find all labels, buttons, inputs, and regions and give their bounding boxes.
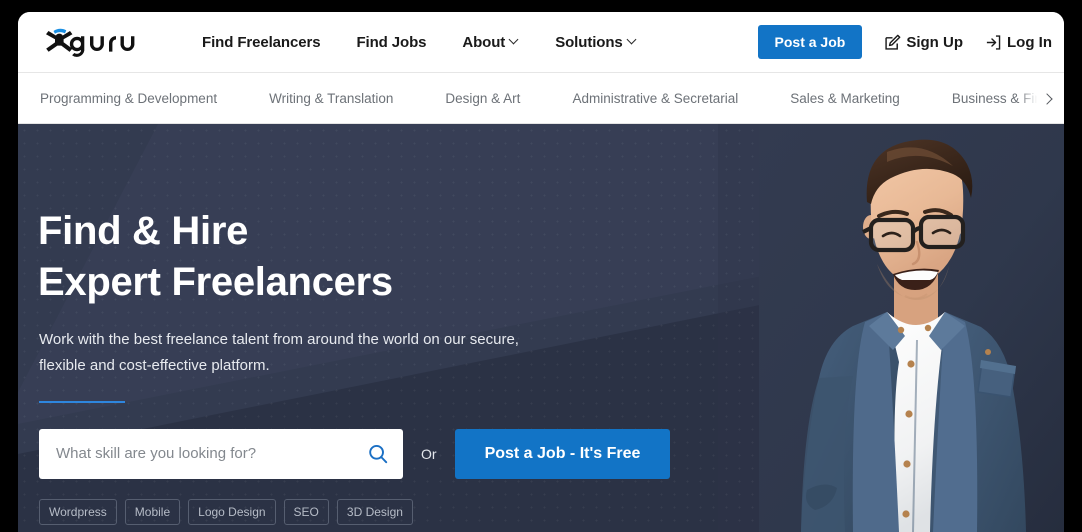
category-scroll-next-button[interactable] bbox=[1018, 73, 1064, 123]
chevron-down-icon bbox=[510, 36, 519, 45]
guru-stickman-logo bbox=[46, 28, 135, 57]
category-item-administrative-secretarial[interactable]: Administrative & Secretarial bbox=[572, 91, 738, 106]
chip-3d-design[interactable]: 3D Design bbox=[336, 498, 413, 525]
hero-title: Find & Hire Expert Freelancers bbox=[38, 124, 698, 308]
magnifier-icon[interactable] bbox=[367, 443, 389, 465]
chip-wordpress[interactable]: Wordpress bbox=[39, 498, 117, 525]
primary-navigation: Find Freelancers Find Jobs About Solutio… bbox=[202, 34, 637, 51]
chip-mobile[interactable]: Mobile bbox=[124, 498, 181, 525]
post-a-job-button[interactable]: Post a Job bbox=[757, 25, 863, 59]
hero-search-row: Or Post a Job - It's Free bbox=[39, 428, 698, 479]
header-actions: Post a Job Sign Up Log In bbox=[757, 12, 1052, 72]
chevron-right-icon bbox=[1043, 94, 1052, 103]
nav-label: Solutions bbox=[555, 33, 623, 51]
login-arrow-icon bbox=[986, 34, 1001, 50]
nav-item-about[interactable]: About bbox=[462, 34, 519, 51]
hero-freelancer-photo bbox=[759, 124, 1064, 532]
guru-logo[interactable] bbox=[40, 26, 162, 58]
category-item-writing-translation[interactable]: Writing & Translation bbox=[269, 91, 393, 106]
suggested-skill-chips: Wordpress Mobile Logo Design SEO 3D Desi… bbox=[39, 498, 698, 525]
category-track: Programming & Development Writing & Tran… bbox=[18, 91, 1064, 106]
nav-label: Find Freelancers bbox=[202, 33, 321, 51]
nav-item-find-freelancers[interactable]: Find Freelancers bbox=[202, 33, 321, 51]
nav-label: Find Jobs bbox=[356, 33, 427, 51]
chip-logo-design[interactable]: Logo Design bbox=[188, 498, 276, 525]
category-item-sales-marketing[interactable]: Sales & Marketing bbox=[790, 91, 900, 106]
hero-title-line-2: Expert Freelancers bbox=[38, 260, 393, 305]
nav-item-solutions[interactable]: Solutions bbox=[555, 34, 636, 51]
log-in-link[interactable]: Log In bbox=[985, 34, 1052, 51]
category-nav-bar: Programming & Development Writing & Tran… bbox=[18, 72, 1064, 124]
chevron-down-icon bbox=[628, 36, 637, 45]
or-separator-label: Or bbox=[421, 445, 437, 462]
hero-subtitle: Work with the best freelance talent from… bbox=[39, 331, 519, 375]
category-item-programming-development[interactable]: Programming & Development bbox=[40, 91, 217, 106]
post-a-job-free-button[interactable]: Post a Job - It's Free bbox=[454, 428, 671, 479]
hero-accent-rule bbox=[39, 400, 125, 403]
nav-item-find-jobs[interactable]: Find Jobs bbox=[356, 34, 426, 51]
sign-up-label: Sign Up bbox=[906, 33, 963, 51]
log-in-label: Log In bbox=[1007, 33, 1052, 51]
hero-section: Find & Hire Expert Freelancers Work with… bbox=[18, 124, 1064, 532]
category-item-design-art[interactable]: Design & Art bbox=[445, 91, 520, 106]
search-input[interactable] bbox=[54, 444, 367, 464]
chip-seo[interactable]: SEO bbox=[283, 498, 329, 525]
search-box[interactable] bbox=[39, 428, 403, 479]
sign-up-link[interactable]: Sign Up bbox=[884, 34, 963, 51]
pencil-edit-icon bbox=[885, 34, 901, 50]
hero-title-line-1: Find & Hire bbox=[38, 209, 249, 253]
site-header: Find Freelancers Find Jobs About Solutio… bbox=[18, 12, 1064, 72]
nav-label: About bbox=[462, 33, 506, 51]
browser-page: Find Freelancers Find Jobs About Solutio… bbox=[18, 12, 1064, 532]
hero-content: Find & Hire Expert Freelancers Work with… bbox=[38, 124, 698, 525]
